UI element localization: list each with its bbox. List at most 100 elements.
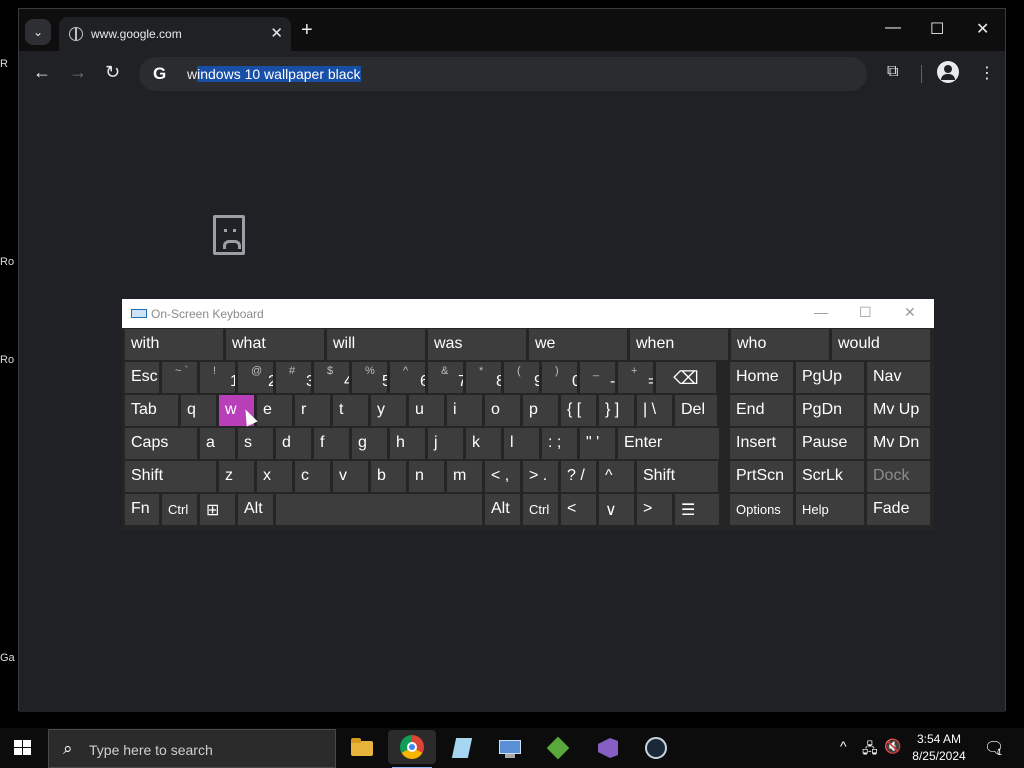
key-char[interactable]: y xyxy=(371,395,406,426)
key-char[interactable]: ? / xyxy=(561,461,596,492)
key-down-arrow[interactable]: ∨ xyxy=(599,494,634,525)
key-char[interactable]: : ; xyxy=(542,428,577,459)
desktop-icon-label[interactable]: Ro xyxy=(0,354,18,366)
key-char[interactable]: l xyxy=(504,428,539,459)
key-8[interactable]: * 8 xyxy=(466,362,501,393)
notepad-icon[interactable] xyxy=(448,734,476,762)
key-space[interactable] xyxy=(276,494,482,525)
key-pgdn[interactable]: PgDn xyxy=(796,395,864,426)
show-hidden-icons-button[interactable]: ^ xyxy=(840,738,847,754)
key-5[interactable]: % 5 xyxy=(352,362,387,393)
key-char[interactable]: } ] xyxy=(599,395,634,426)
prediction-with[interactable]: with xyxy=(125,329,223,360)
profile-icon[interactable] xyxy=(937,61,959,83)
key-del[interactable]: Del xyxy=(675,395,717,426)
key-scrlk[interactable]: ScrLk xyxy=(796,461,864,492)
clock[interactable]: 3:54 AM 8/25/2024 xyxy=(908,732,970,763)
address-text[interactable]: windows 10 wallpaper black xyxy=(187,66,361,82)
key-7[interactable]: & 7 xyxy=(428,362,463,393)
osk-maximize-button[interactable]: ☐ xyxy=(859,304,872,321)
desktop-icon-label[interactable]: Ro xyxy=(0,256,18,268)
prediction-will[interactable]: will xyxy=(327,329,425,360)
prediction-what[interactable]: what xyxy=(226,329,324,360)
key-caps[interactable]: Caps xyxy=(125,428,197,459)
osk-title-bar[interactable]: On-Screen Keyboard — ☐ ✕ xyxy=(122,299,934,328)
key-char[interactable]: d xyxy=(276,428,311,459)
key-options[interactable]: Options xyxy=(730,494,793,525)
tab-search-button[interactable]: ⌄ xyxy=(25,19,51,45)
key--[interactable]: _ - xyxy=(580,362,615,393)
new-tab-button[interactable]: + xyxy=(301,20,313,40)
key-menu[interactable]: ☰ xyxy=(675,494,719,525)
key-ctrl[interactable]: Ctrl xyxy=(523,494,558,525)
key-char[interactable]: " ' xyxy=(580,428,615,459)
key-prtscn[interactable]: PrtScn xyxy=(730,461,793,492)
key-char[interactable]: ^ xyxy=(599,461,634,492)
key-tilde[interactable]: ~ ` xyxy=(162,362,197,393)
key-char[interactable]: i xyxy=(447,395,482,426)
taskbar-search[interactable]: ⌕ Type here to search xyxy=(48,729,336,768)
prediction-was[interactable]: was xyxy=(428,329,526,360)
start-button[interactable] xyxy=(14,740,31,756)
key-0[interactable]: ) 0 xyxy=(542,362,577,393)
key-char[interactable]: < , xyxy=(485,461,520,492)
key-char[interactable]: u xyxy=(409,395,444,426)
key-char[interactable]: j xyxy=(428,428,463,459)
key-char[interactable]: a xyxy=(200,428,235,459)
chrome-icon[interactable] xyxy=(388,730,436,768)
key-insert[interactable]: Insert xyxy=(730,428,793,459)
key-char[interactable]: h xyxy=(390,428,425,459)
back-button[interactable]: ← xyxy=(33,63,51,81)
key-alt[interactable]: Alt xyxy=(485,494,520,525)
key-char[interactable]: | \ xyxy=(637,395,672,426)
tab-close-icon[interactable]: ✕ xyxy=(270,24,283,42)
key-char[interactable]: z xyxy=(219,461,254,492)
osk-close-button[interactable]: ✕ xyxy=(904,304,916,321)
notification-center-icon[interactable]: 🗨 1 xyxy=(984,738,1004,758)
reload-button[interactable]: ↻ xyxy=(105,63,120,81)
key-2[interactable]: @2 xyxy=(238,362,273,393)
osk-minimize-button[interactable]: — xyxy=(814,304,828,320)
key-char[interactable]: n xyxy=(409,461,444,492)
key-right-arrow[interactable]: > xyxy=(637,494,672,525)
minecraft-icon[interactable] xyxy=(544,734,572,762)
tab-google[interactable]: www.google.com ✕ xyxy=(59,17,291,51)
key-char[interactable]: e xyxy=(257,395,292,426)
key-alt[interactable]: Alt xyxy=(238,494,273,525)
key-home[interactable]: Home xyxy=(730,362,793,393)
prediction-who[interactable]: who xyxy=(731,329,829,360)
key-enter[interactable]: Enter xyxy=(618,428,719,459)
volume-muted-icon[interactable]: 🔇 xyxy=(884,738,901,755)
file-explorer-icon[interactable] xyxy=(348,734,376,762)
key-shift[interactable]: Shift xyxy=(637,461,718,492)
key-char[interactable]: t xyxy=(333,395,368,426)
key-3[interactable]: #3 xyxy=(276,362,311,393)
key-char[interactable]: r xyxy=(295,395,330,426)
key-4[interactable]: $4 xyxy=(314,362,349,393)
key-char[interactable]: f xyxy=(314,428,349,459)
maximize-button[interactable]: ☐ xyxy=(930,19,944,39)
forward-button[interactable]: → xyxy=(69,63,87,81)
key-char[interactable]: k xyxy=(466,428,501,459)
key-char[interactable]: o xyxy=(485,395,520,426)
backspace-key[interactable]: ⌫ xyxy=(656,362,716,393)
network-icon[interactable]: 🖧 xyxy=(862,738,878,762)
key-mv-dn[interactable]: Mv Dn xyxy=(867,428,930,459)
menu-icon[interactable]: ⋮ xyxy=(979,63,995,83)
key-1[interactable]: ! 1 xyxy=(200,362,235,393)
esc-key[interactable]: Esc xyxy=(125,362,159,393)
key-shift[interactable]: Shift xyxy=(125,461,216,492)
key-char[interactable]: m xyxy=(447,461,482,492)
key-9[interactable]: (9 xyxy=(504,362,539,393)
key-pgup[interactable]: PgUp xyxy=(796,362,864,393)
key-fn[interactable]: Fn xyxy=(125,494,159,525)
key-end[interactable]: End xyxy=(730,395,793,426)
key-6[interactable]: ^ 6 xyxy=(390,362,425,393)
prediction-we[interactable]: we xyxy=(529,329,627,360)
key-char[interactable]: { [ xyxy=(561,395,596,426)
steam-icon[interactable] xyxy=(642,734,670,762)
key-char[interactable]: q xyxy=(181,395,216,426)
key-char[interactable]: g xyxy=(352,428,387,459)
key-left-arrow[interactable]: < xyxy=(561,494,596,525)
key-pause[interactable]: Pause xyxy=(796,428,864,459)
